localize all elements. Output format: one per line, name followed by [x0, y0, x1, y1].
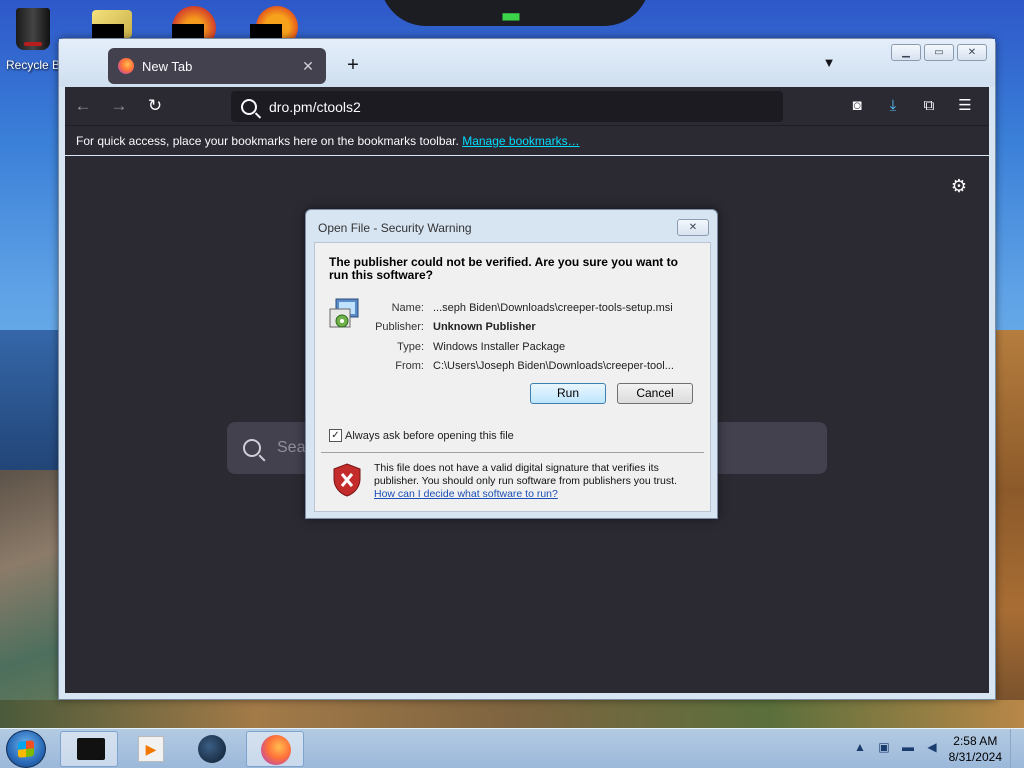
dialog-divider	[321, 452, 704, 453]
bookmarks-toolbar: For quick access, place your bookmarks h…	[65, 125, 989, 155]
dialog-title: Open File - Security Warning	[318, 221, 472, 235]
dialog-heading: The publisher could not be verified. Are…	[329, 255, 678, 282]
start-button[interactable]	[6, 730, 46, 768]
window-controls: ▁ ▭ ✕	[891, 44, 987, 61]
show-hidden-icons-chevron-icon[interactable]: ▲	[852, 739, 868, 755]
security-shield-icon	[333, 463, 361, 497]
property-key: Name:	[391, 301, 424, 314]
property-value: C:\Users\Joseph Biden\Downloads\creeper-…	[433, 360, 674, 373]
warning-text: This file does not have a valid digital …	[374, 462, 677, 487]
taskbar: ▲ ▣ ▬ ◀ 2:58 AM 8/31/2024	[0, 728, 1024, 768]
dialog-close-button[interactable]: ✕	[677, 219, 709, 236]
property-key: From:	[395, 360, 424, 373]
run-button[interactable]: Run	[530, 383, 606, 404]
installer-package-icon	[329, 298, 359, 328]
recycle-bin-label: Recycle B	[5, 58, 61, 72]
property-value: Unknown Publisher	[433, 321, 536, 334]
property-value: ...seph Biden\Downloads\creeper-tools-se…	[433, 301, 673, 314]
taskbar-item-app[interactable]	[60, 731, 118, 767]
recycle-bin-desktop-icon[interactable]: Recycle B	[2, 6, 64, 76]
notch-indicator-icon: ▄▄	[502, 6, 520, 20]
system-tray: ▲ ▣ ▬ ◀	[852, 739, 940, 755]
taskbar-item-firefox[interactable]	[246, 731, 304, 767]
search-icon	[241, 98, 257, 115]
cancel-button[interactable]: Cancel	[617, 383, 693, 404]
minimize-button[interactable]: ▁	[891, 44, 921, 61]
property-key: Publisher:	[375, 321, 424, 334]
url-text: dro.pm/ctools2	[269, 98, 361, 115]
system-clock[interactable]: 2:58 AM 8/31/2024	[949, 733, 1002, 765]
security-warning-dialog: Open File - Security Warning ✕ The publi…	[305, 209, 718, 519]
clock-date: 8/31/2024	[948, 750, 1002, 764]
property-row-publisher: Publisher: Unknown Publisher	[369, 318, 703, 338]
browser-titlebar: New Tab ✕ + ▼ ▁ ▭ ✕	[59, 39, 995, 87]
property-value: Windows Installer Package	[433, 340, 566, 353]
tray-app-icon[interactable]: ▣	[876, 739, 892, 755]
recycle-bin-icon	[16, 8, 50, 50]
checkbox-checked-icon[interactable]: ✓	[329, 429, 342, 442]
show-desktop-button[interactable]	[1010, 729, 1024, 768]
new-tab-plus-icon[interactable]: +	[341, 53, 365, 77]
hamburger-menu-icon[interactable]: ☰	[949, 91, 981, 121]
always-ask-checkbox-row[interactable]: ✓ Always ask before opening this file	[329, 429, 514, 442]
close-window-button[interactable]: ✕	[957, 44, 987, 61]
file-properties: Name: ...seph Biden\Downloads\creeper-to…	[369, 298, 703, 376]
firefox-logo-icon	[118, 58, 134, 74]
tab-title: New Tab	[142, 58, 193, 74]
forward-arrow-icon[interactable]: →	[101, 90, 137, 122]
search-icon	[243, 439, 261, 457]
bookmarks-message: For quick access, place your bookmarks h…	[76, 134, 459, 148]
pocket-icon[interactable]: ◙	[841, 91, 873, 121]
desktop-wallpaper-shore	[0, 700, 1024, 728]
warning-message: This file does not have a valid digital …	[374, 462, 694, 501]
tab-new-tab[interactable]: New Tab ✕	[108, 48, 326, 84]
clock-time: 2:58 AM	[953, 734, 998, 748]
tab-close-icon[interactable]: ✕	[300, 58, 316, 75]
toolbar-right-icons: ◙ ⤓ ⧉ ☰	[841, 87, 981, 125]
volume-icon[interactable]: ◀	[924, 739, 940, 755]
maximize-button[interactable]: ▭	[924, 44, 954, 61]
manage-bookmarks-link[interactable]: Manage bookmarks…	[462, 134, 579, 148]
back-arrow-icon[interactable]: ←	[65, 90, 101, 122]
network-icon[interactable]: ▬	[900, 739, 916, 755]
property-key: Type:	[397, 340, 424, 353]
property-row-name: Name: ...seph Biden\Downloads\creeper-to…	[369, 298, 703, 318]
reload-icon[interactable]: ↻	[137, 90, 173, 122]
help-link[interactable]: How can I decide what software to run?	[374, 488, 558, 500]
gear-icon[interactable]: ⚙	[951, 176, 967, 197]
url-bar[interactable]: dro.pm/ctools2	[231, 91, 783, 122]
navigation-toolbar: ← → ↻ dro.pm/ctools2 ◙ ⤓ ⧉ ☰	[65, 87, 989, 125]
dialog-body: The publisher could not be verified. Are…	[314, 242, 711, 512]
downloads-icon[interactable]: ⤓	[877, 91, 909, 121]
taskbar-item-media-player[interactable]	[122, 731, 180, 767]
extensions-puzzle-icon[interactable]: ⧉	[913, 91, 945, 121]
property-row-type: Type: Windows Installer Package	[369, 337, 703, 357]
search-placeholder: Sea	[277, 439, 306, 456]
property-row-from: From: C:\Users\Joseph Biden\Downloads\cr…	[369, 357, 703, 377]
checkbox-label: Always ask before opening this file	[345, 429, 514, 442]
taskbar-item-app-2[interactable]	[184, 731, 242, 767]
list-all-tabs-chevron-icon[interactable]: ▼	[819, 55, 839, 75]
